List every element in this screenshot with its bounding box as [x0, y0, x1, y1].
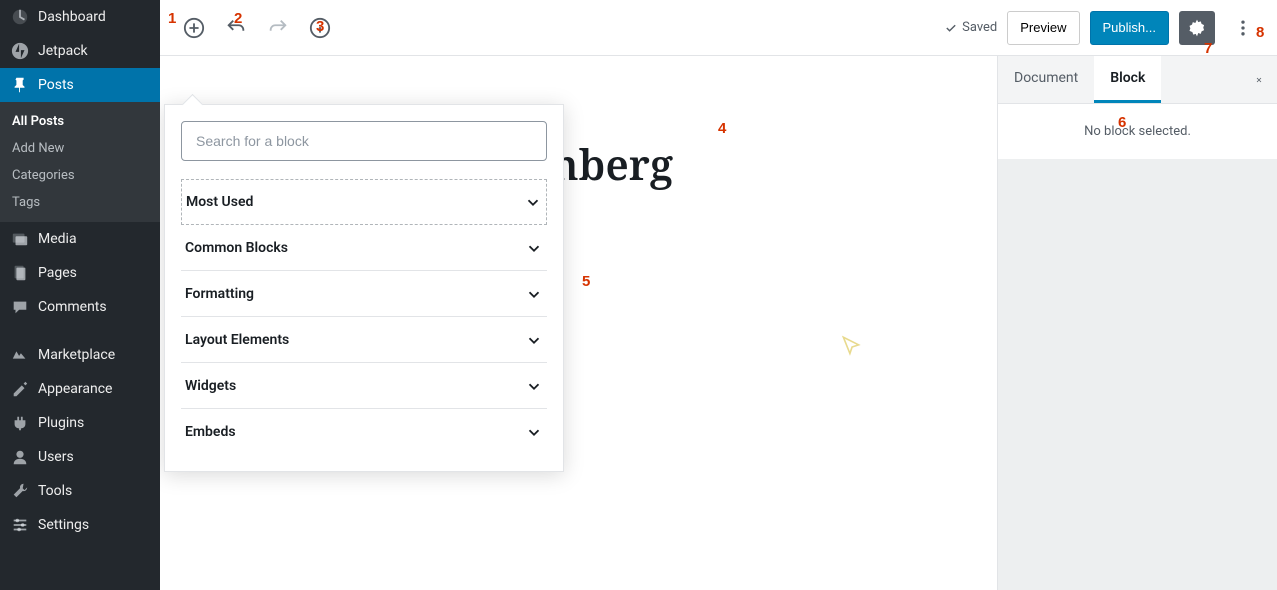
chevron-down-icon	[525, 239, 543, 257]
block-search-input[interactable]	[181, 121, 547, 161]
sidebar-label: Jetpack	[38, 43, 88, 59]
sidebar-label: Comments	[38, 299, 107, 315]
sidebar-label: Media	[38, 231, 77, 247]
sidebar-item-dashboard[interactable]: Dashboard	[0, 0, 160, 34]
sidebar-subitem-tags[interactable]: Tags	[0, 189, 160, 216]
no-block-message: No block selected.	[1084, 124, 1191, 139]
redo-icon	[267, 17, 289, 39]
chevron-down-icon	[525, 377, 543, 395]
sidebar-subitem-all-posts[interactable]: All Posts	[0, 108, 160, 135]
sidebar-label: Posts	[38, 77, 74, 93]
jetpack-icon	[10, 41, 30, 61]
sidebar-label: Appearance	[38, 381, 112, 397]
sidebar-item-users[interactable]: Users	[0, 440, 160, 474]
sidebar-item-tools[interactable]: Tools	[0, 474, 160, 508]
sidebar-item-pages[interactable]: Pages	[0, 256, 160, 290]
pages-icon	[10, 263, 30, 283]
marketplace-icon	[10, 345, 30, 365]
media-icon	[10, 229, 30, 249]
saved-label: Saved	[962, 20, 997, 35]
undo-button[interactable]	[218, 10, 254, 46]
sidebar-label: Marketplace	[38, 347, 115, 363]
publish-button[interactable]: Publish...	[1090, 11, 1169, 45]
tools-icon	[10, 481, 30, 501]
category-label: Common Blocks	[185, 240, 288, 256]
settings-empty-area	[998, 159, 1277, 590]
chevron-down-icon	[525, 423, 543, 441]
sidebar-item-settings[interactable]: Settings	[0, 508, 160, 542]
block-inserter-popover: Most Used Common Blocks Formatting Layou…	[164, 104, 564, 472]
editor-main: 1 2 3 4 5 6 7 8 Saved Preview	[160, 0, 1277, 590]
comments-icon	[10, 297, 30, 317]
close-settings-button[interactable]	[1241, 72, 1277, 88]
cursor-outline-icon	[838, 334, 864, 364]
category-label: Formatting	[185, 286, 254, 302]
editor-canvas[interactable]: utenberg Most Used Common Blocks	[160, 56, 997, 590]
category-label: Most Used	[186, 194, 253, 210]
category-label: Widgets	[185, 378, 236, 394]
close-icon	[1255, 72, 1263, 88]
gear-icon	[1187, 18, 1207, 38]
check-icon	[944, 21, 958, 35]
chevron-down-icon	[525, 331, 543, 349]
inserter-cat-most-used[interactable]: Most Used	[181, 179, 547, 225]
appearance-icon	[10, 379, 30, 399]
pin-icon	[10, 75, 30, 95]
sidebar-item-plugins[interactable]: Plugins	[0, 406, 160, 440]
sidebar-item-media[interactable]: Media	[0, 222, 160, 256]
saved-status: Saved	[944, 20, 997, 35]
settings-body: No block selected.	[998, 104, 1277, 159]
inserter-cat-embeds[interactable]: Embeds	[181, 409, 547, 455]
sidebar-label: Users	[38, 449, 74, 465]
category-label: Embeds	[185, 424, 236, 440]
undo-icon	[225, 17, 247, 39]
sidebar-item-appearance[interactable]: Appearance	[0, 372, 160, 406]
plus-circle-icon	[183, 17, 205, 39]
sidebar-label: Plugins	[38, 415, 84, 431]
settings-sliders-icon	[10, 515, 30, 535]
settings-panel: Document Block No block selected.	[997, 56, 1277, 590]
tab-document[interactable]: Document	[998, 56, 1094, 103]
tab-block[interactable]: Block	[1094, 56, 1161, 103]
sidebar-label: Settings	[38, 517, 89, 533]
settings-tabs: Document Block	[998, 56, 1277, 104]
info-icon	[309, 17, 331, 39]
dashboard-icon	[10, 7, 30, 27]
users-icon	[10, 447, 30, 467]
inserter-cat-common[interactable]: Common Blocks	[181, 225, 547, 271]
chevron-down-icon	[524, 193, 542, 211]
redo-button[interactable]	[260, 10, 296, 46]
sidebar-subitem-add-new[interactable]: Add New	[0, 135, 160, 162]
inserter-cat-widgets[interactable]: Widgets	[181, 363, 547, 409]
inserter-cat-layout[interactable]: Layout Elements	[181, 317, 547, 363]
sidebar-item-comments[interactable]: Comments	[0, 290, 160, 324]
sidebar-submenu-posts: All Posts Add New Categories Tags	[0, 102, 160, 222]
chevron-down-icon	[525, 285, 543, 303]
kebab-icon	[1233, 18, 1253, 38]
more-menu-button[interactable]	[1225, 11, 1261, 45]
editor-topbar: Saved Preview Publish...	[160, 0, 1277, 56]
info-button[interactable]	[302, 10, 338, 46]
sidebar-item-posts[interactable]: Posts	[0, 68, 160, 102]
sidebar-label: Pages	[38, 265, 77, 281]
add-block-button[interactable]	[176, 10, 212, 46]
category-label: Layout Elements	[185, 332, 289, 348]
sidebar-subitem-categories[interactable]: Categories	[0, 162, 160, 189]
plugins-icon	[10, 413, 30, 433]
admin-sidebar: Dashboard Jetpack Posts All Posts Add Ne…	[0, 0, 160, 590]
sidebar-label: Dashboard	[38, 9, 106, 25]
preview-button[interactable]: Preview	[1007, 11, 1079, 45]
inserter-cat-formatting[interactable]: Formatting	[181, 271, 547, 317]
sidebar-item-marketplace[interactable]: Marketplace	[0, 338, 160, 372]
sidebar-label: Tools	[38, 483, 72, 499]
settings-toggle-button[interactable]	[1179, 11, 1215, 45]
sidebar-item-jetpack[interactable]: Jetpack	[0, 34, 160, 68]
